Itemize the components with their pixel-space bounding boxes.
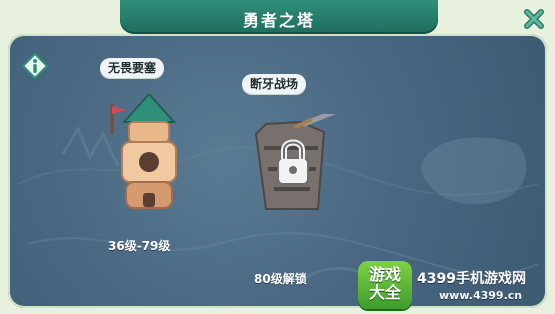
- watermark-url: www.4399.cn: [439, 289, 523, 302]
- stage-card-2[interactable]: 断牙战场 80级解锁: [236, 70, 376, 286]
- stage-card-1[interactable]: 无畏要塞 36级-79级: [100, 54, 240, 264]
- watermark-badge-text: 游戏 大全: [368, 265, 401, 302]
- ruined-tower-icon: [254, 114, 336, 210]
- stage-name-2: 断牙战场: [242, 74, 307, 94]
- world-map: 无畏要塞 36级-79级 断牙战场 80级解锁: [8, 34, 547, 308]
- title-bar: 勇者之塔: [120, 0, 438, 34]
- tower-icon: [110, 94, 177, 209]
- info-button[interactable]: [21, 52, 49, 80]
- dungeon-window: 勇者之塔 无畏要塞 36级-79级 断牙战场 80级解锁 游戏 大全 4399手…: [0, 0, 555, 314]
- close-icon: [524, 9, 544, 29]
- stage-level-range-1: 36级-79级: [108, 239, 171, 253]
- stage-unlock-text-2: 80级解锁: [254, 272, 307, 286]
- stage-name-1: 无畏要塞: [100, 58, 165, 78]
- close-button[interactable]: [519, 4, 549, 34]
- window-title: 勇者之塔: [242, 11, 315, 30]
- watermark-badge: 游戏 大全: [358, 261, 412, 309]
- watermark-brand: 4399手机游戏网: [417, 271, 526, 287]
- info-icon: [21, 52, 49, 80]
